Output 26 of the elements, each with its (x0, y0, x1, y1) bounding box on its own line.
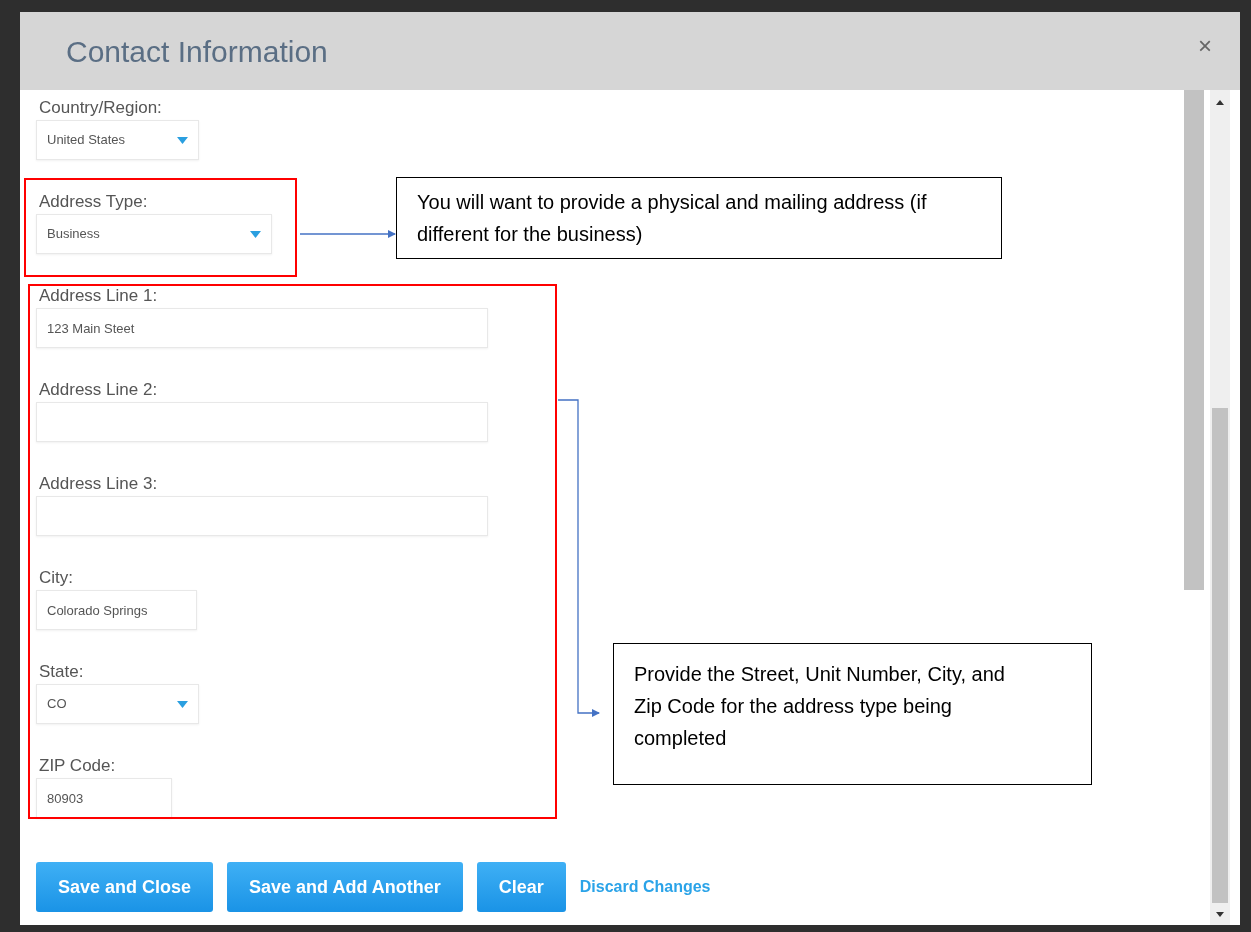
field-label: Country/Region: (38, 97, 162, 119)
field-label: Address Line 2: (38, 379, 158, 401)
scroll-up-icon[interactable] (1216, 100, 1224, 105)
input-field[interactable]: Colorado Springs (36, 590, 197, 630)
scrollbar-thumb[interactable] (1212, 408, 1228, 903)
field-label: State: (38, 661, 84, 683)
dialog-title: Contact Information (66, 33, 328, 70)
select-field[interactable]: CO (36, 684, 199, 724)
input-field[interactable]: 123 Main Steet (36, 308, 488, 348)
field-label: Address Line 3: (38, 473, 158, 495)
select-field[interactable]: Business (36, 214, 272, 254)
field-label: Address Type: (38, 191, 148, 213)
field-label: City: (38, 567, 73, 589)
field-label: Address Line 1: (38, 285, 158, 307)
select-field[interactable]: United States (36, 120, 199, 160)
input-field[interactable]: 80903 (36, 778, 172, 818)
scrollbar[interactable] (1210, 90, 1230, 925)
scrollbar-thumb[interactable] (1184, 90, 1204, 590)
close-button[interactable]: × (1198, 34, 1212, 58)
field-label: ZIP Code: (38, 755, 116, 777)
callout-note: You will want to provide a physical and mailing address (if different for the business) (396, 177, 1002, 259)
caret-icon (177, 700, 188, 708)
caret-icon (250, 230, 261, 238)
scroll-down-icon[interactable] (1216, 912, 1224, 917)
callout-note: Provide the Street, Unit Number, City, and Zip Code for the address type being completed (613, 643, 1092, 785)
caret-icon (177, 136, 188, 144)
